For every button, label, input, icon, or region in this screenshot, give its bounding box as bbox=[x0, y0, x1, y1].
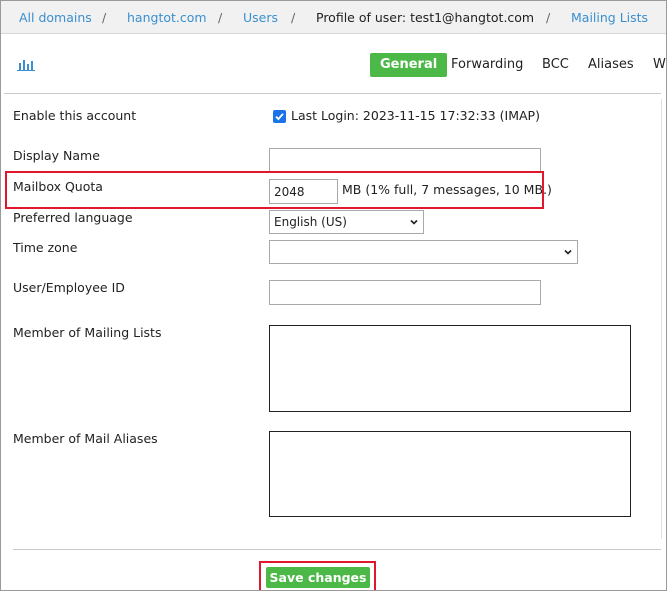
mail-aliases-box[interactable] bbox=[269, 431, 631, 517]
breadcrumb-current-page: Profile of user: test1@hangtot.com bbox=[316, 10, 535, 25]
breadcrumb-mailing-lists[interactable]: Mailing Lists bbox=[571, 10, 648, 25]
tab-bcc[interactable]: BCC bbox=[542, 53, 569, 77]
breadcrumb-separator: / bbox=[291, 10, 296, 25]
employee-id-label: User/Employee ID bbox=[13, 280, 125, 295]
bar-chart-icon[interactable] bbox=[17, 57, 35, 71]
tab-aliases[interactable]: Aliases bbox=[588, 53, 634, 77]
last-login-text: Last Login: 2023-11-15 17:32:33 (IMAP) bbox=[291, 108, 540, 123]
display-name-input[interactable] bbox=[269, 148, 541, 173]
enable-account-label: Enable this account bbox=[13, 108, 137, 123]
time-zone-select[interactable] bbox=[269, 240, 578, 264]
mailing-lists-label: Member of Mailing Lists bbox=[13, 325, 162, 340]
breadcrumb-all-domains[interactable]: All domains bbox=[19, 10, 92, 25]
highlight-box bbox=[259, 561, 376, 590]
breadcrumb-users[interactable]: Users bbox=[243, 10, 278, 25]
display-name-label: Display Name bbox=[13, 148, 100, 163]
breadcrumb-separator: / bbox=[102, 10, 107, 25]
chevron-down-icon bbox=[410, 219, 418, 225]
right-border bbox=[661, 99, 662, 539]
breadcrumb-domain[interactable]: hangtot.com bbox=[127, 10, 207, 25]
checkmark-icon bbox=[275, 113, 284, 121]
tab-general[interactable]: General bbox=[370, 53, 448, 77]
preferred-language-label: Preferred language bbox=[13, 210, 133, 225]
tab-divider bbox=[4, 93, 661, 94]
chevron-down-icon bbox=[564, 249, 572, 255]
app-frame: All domains / hangtot.com / Users / Prof… bbox=[0, 0, 667, 591]
mail-aliases-label: Member of Mail Aliases bbox=[13, 431, 158, 446]
employee-id-input[interactable] bbox=[269, 280, 541, 305]
preferred-language-value: English (US) bbox=[274, 215, 347, 229]
time-zone-label: Time zone bbox=[13, 240, 78, 255]
breadcrumb-separator: / bbox=[546, 10, 551, 25]
mailing-lists-box[interactable] bbox=[269, 325, 631, 412]
tab-forwarding[interactable]: Forwarding bbox=[451, 53, 523, 77]
breadcrumb: All domains / hangtot.com / Users / Prof… bbox=[1, 1, 666, 34]
footer-divider bbox=[13, 549, 661, 550]
breadcrumb-separator: / bbox=[218, 10, 223, 25]
highlight-box bbox=[5, 171, 544, 209]
preferred-language-select[interactable]: English (US) bbox=[269, 210, 424, 234]
tab-bar: General Forwarding BCC Aliases Wh bbox=[1, 35, 666, 93]
enable-account-checkbox[interactable] bbox=[273, 110, 286, 123]
tab-more[interactable]: Wh bbox=[653, 53, 666, 77]
